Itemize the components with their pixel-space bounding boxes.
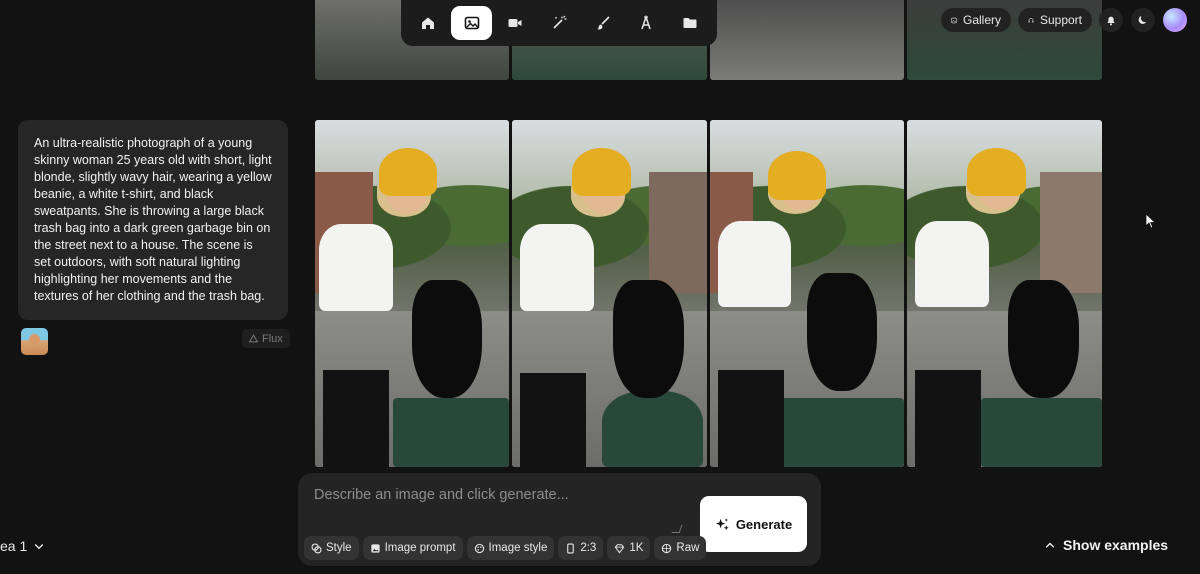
home-tool-button[interactable] xyxy=(407,6,449,40)
support-label: Support xyxy=(1039,13,1082,27)
image-shirt xyxy=(717,220,792,308)
generated-image-4[interactable] xyxy=(907,120,1102,467)
image-pants xyxy=(914,369,982,467)
image-pants xyxy=(322,369,389,467)
image-prompt-chip-label: Image prompt xyxy=(384,542,456,554)
gallery-label: Gallery xyxy=(962,13,1001,27)
resolution-chip-label: 1K xyxy=(629,542,644,554)
notifications-button[interactable] xyxy=(1099,8,1123,32)
image-house xyxy=(648,172,707,294)
prompt-input[interactable] xyxy=(314,487,686,527)
image-bag xyxy=(807,272,877,391)
image-shirt xyxy=(914,220,989,308)
image-pants xyxy=(717,369,784,467)
brush-icon xyxy=(596,16,610,30)
image-house xyxy=(1039,172,1102,294)
image-bag xyxy=(412,279,482,398)
flux-icon xyxy=(249,334,258,343)
user-avatar-button[interactable] xyxy=(1163,8,1187,32)
text-tool-button[interactable] xyxy=(626,6,668,40)
generated-image-1[interactable] xyxy=(315,120,509,467)
chevron-down-icon xyxy=(35,544,44,550)
model-badge: Flux xyxy=(242,329,290,348)
gallery-button[interactable]: Gallery xyxy=(941,8,1011,32)
option-chips: Style Image prompt Image style 2:3 1K Ra… xyxy=(304,536,707,560)
resolution-chip[interactable]: 1K xyxy=(607,536,651,560)
image-beanie xyxy=(379,147,438,197)
text-icon xyxy=(641,15,652,30)
image-bin xyxy=(392,397,509,467)
generate-button[interactable]: Generate xyxy=(700,496,807,552)
diamond-icon xyxy=(615,543,625,553)
aspect-ratio-chip-label: 2:3 xyxy=(580,542,597,554)
image-beanie xyxy=(768,151,827,200)
aperture-icon xyxy=(662,543,672,553)
sparkle-icon xyxy=(715,517,729,530)
image-style-chip[interactable]: Image style xyxy=(466,536,555,560)
bell-icon xyxy=(1107,16,1115,26)
generated-image-3[interactable] xyxy=(710,120,904,467)
prompt-text: An ultra-realistic photograph of a young… xyxy=(34,136,272,303)
mode-toolbar xyxy=(401,0,717,46)
raw-chip-label: Raw xyxy=(676,542,700,554)
aspect-ratio-chip[interactable]: 2:3 xyxy=(558,536,604,560)
video-tool-button[interactable] xyxy=(494,6,536,40)
image-icon xyxy=(464,16,479,30)
user-avatar xyxy=(21,328,48,355)
image-pants xyxy=(519,373,587,467)
magic-tool-button[interactable] xyxy=(538,6,580,40)
aspect-ratio-icon xyxy=(567,542,575,554)
video-icon xyxy=(508,19,522,27)
image-prompt-icon xyxy=(370,543,380,553)
image-beanie xyxy=(572,147,631,197)
image-tool-button[interactable] xyxy=(450,6,493,40)
image-style-chip-label: Image style xyxy=(488,542,548,554)
image-bin xyxy=(601,390,704,467)
style-icon xyxy=(311,542,322,554)
palette-icon xyxy=(474,543,484,553)
gallery-icon xyxy=(951,17,957,23)
image-beanie xyxy=(967,147,1026,197)
model-label: Flux xyxy=(262,332,283,345)
generate-label: Generate xyxy=(735,516,793,532)
resize-handle[interactable] xyxy=(671,525,683,533)
chevron-up-icon xyxy=(1045,542,1055,548)
idea-label: ea 1 xyxy=(0,538,28,554)
headset-icon xyxy=(1028,17,1034,23)
style-chip[interactable]: Style xyxy=(304,536,359,560)
folder-icon xyxy=(683,18,697,28)
show-examples-button[interactable]: Show examples xyxy=(1044,537,1168,553)
app-root: Gallery Support An ultra-realistic photo… xyxy=(0,0,1200,574)
mouse-cursor-icon xyxy=(1145,213,1157,229)
style-chip-label: Style xyxy=(326,542,352,554)
theme-toggle-button[interactable] xyxy=(1131,8,1155,32)
prompt-bubble: An ultra-realistic photograph of a young… xyxy=(18,120,288,320)
image-shirt xyxy=(519,224,594,311)
image-shirt xyxy=(318,224,393,311)
brush-tool-button[interactable] xyxy=(582,6,624,40)
prompt-composer: Generate Style Image prompt Image style … xyxy=(298,473,821,566)
image-bag xyxy=(1008,279,1079,398)
image-bin xyxy=(777,397,904,467)
raw-chip[interactable]: Raw xyxy=(654,536,707,560)
moon-icon xyxy=(1138,15,1147,24)
previous-image-3[interactable] xyxy=(710,0,904,80)
generated-image-2[interactable] xyxy=(512,120,707,467)
image-bin xyxy=(981,397,1102,467)
folder-tool-button[interactable] xyxy=(669,6,711,40)
idea-selector[interactable]: ea 1 xyxy=(0,538,45,554)
support-button[interactable]: Support xyxy=(1018,8,1092,32)
image-prompt-chip[interactable]: Image prompt xyxy=(362,536,463,560)
magic-wand-icon xyxy=(553,15,567,29)
image-bag xyxy=(613,279,684,398)
home-icon xyxy=(421,17,434,29)
show-examples-label: Show examples xyxy=(1063,537,1169,553)
